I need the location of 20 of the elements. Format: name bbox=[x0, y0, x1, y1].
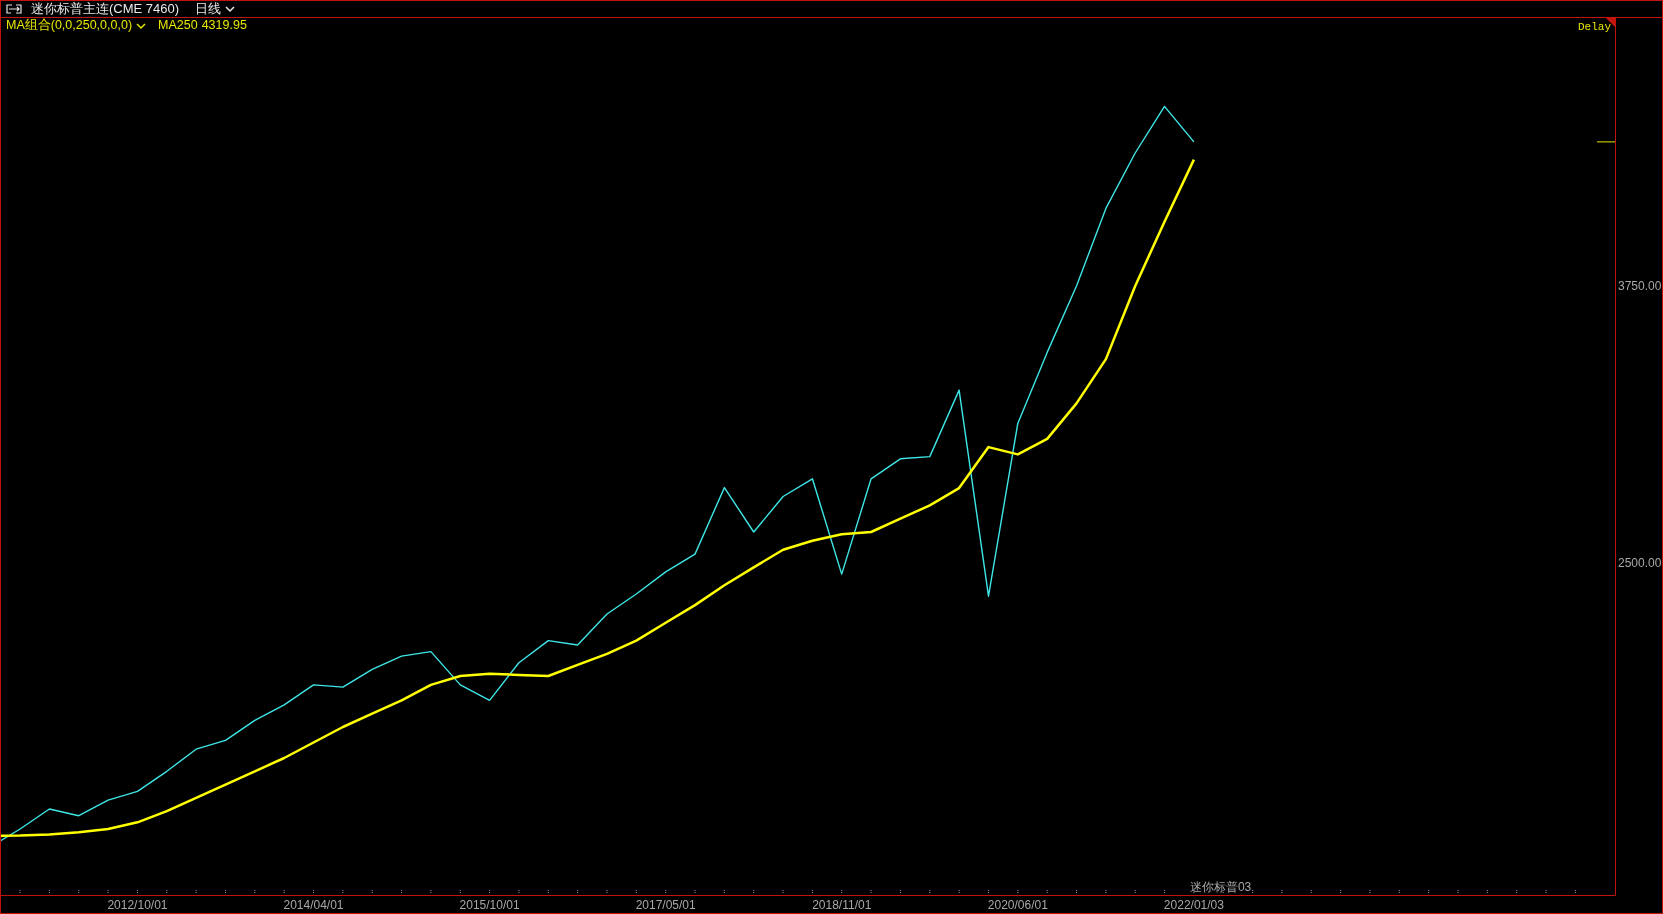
y-axis-label: 3750.00 bbox=[1618, 278, 1662, 293]
x-axis-label: 2012/10/01 bbox=[107, 898, 168, 912]
chevron-down-icon[interactable] bbox=[225, 5, 236, 13]
delay-label: Delay bbox=[1578, 21, 1611, 33]
x-axis-label: 2015/10/01 bbox=[459, 898, 520, 912]
x-axis-label: 2017/05/01 bbox=[635, 898, 696, 912]
y-axis-label: 2500.00 bbox=[1618, 556, 1662, 570]
contract-label: 迷你标普03 bbox=[1189, 880, 1252, 894]
indicator-selector[interactable]: MA组合(0,0,250,0,0,0) bbox=[6, 18, 133, 33]
indicator-reading: 4319.95 bbox=[201, 18, 247, 33]
chart-title: 迷你标普主连(CME 7460) bbox=[31, 1, 180, 17]
period-selector[interactable]: 日线 bbox=[195, 1, 222, 17]
x-axis-label: 2014/04/01 bbox=[283, 898, 344, 912]
x-axis-label: 2022/01/03 bbox=[1163, 898, 1224, 912]
x-axis-label: 2020/06/01 bbox=[987, 898, 1048, 912]
price-marker bbox=[1596, 141, 1616, 143]
x-axis-label: 2018/11/01 bbox=[812, 898, 872, 912]
swap-icon[interactable] bbox=[5, 4, 23, 14]
series-name: MA250 bbox=[158, 18, 198, 33]
chevron-down-icon[interactable] bbox=[136, 21, 147, 30]
